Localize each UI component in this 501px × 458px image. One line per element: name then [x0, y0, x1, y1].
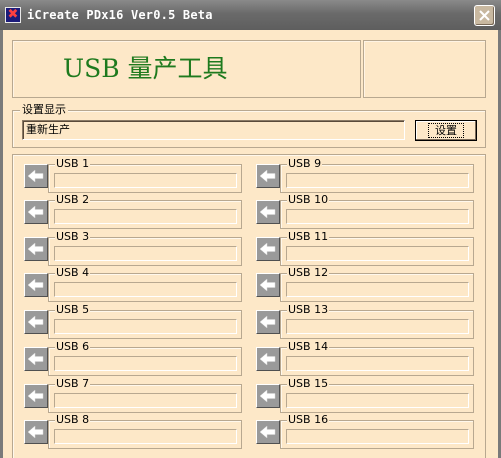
usb-port-status-field — [286, 393, 469, 408]
left-arrow-icon — [259, 278, 276, 292]
title-bar[interactable]: ✖ iCreate PDx16 Ver0.5 Beta — [0, 0, 501, 30]
usb-port-button[interactable] — [256, 384, 280, 408]
left-arrow-icon — [27, 278, 44, 292]
close-icon — [479, 10, 490, 21]
left-arrow-icon — [27, 425, 44, 439]
usb-port-status-field — [286, 209, 469, 224]
usb-port-label: USB 6 — [55, 340, 91, 353]
usb-port-button[interactable] — [256, 164, 280, 188]
usb-port-button[interactable] — [256, 273, 280, 297]
usb-port-label: USB 11 — [287, 230, 330, 243]
usb-port-slot: USB 6 — [12, 340, 242, 376]
left-arrow-icon — [259, 352, 276, 366]
usb-port-button[interactable] — [24, 384, 48, 408]
settings-display-field: 重新生产 — [22, 120, 405, 140]
window-title: iCreate PDx16 Ver0.5 Beta — [27, 8, 213, 22]
settings-button[interactable]: 设置 — [415, 120, 477, 141]
usb-port-status-field — [286, 356, 469, 371]
usb-port-label: USB 12 — [287, 266, 330, 279]
usb-port-status-field — [54, 209, 237, 224]
app-window: ✖ iCreate PDx16 Ver0.5 Beta USB 量产工具 设置显… — [0, 0, 501, 458]
usb-port-slot: USB 4 — [12, 266, 242, 302]
usb-port-status-field — [54, 319, 237, 334]
usb-port-slot: USB 12 — [244, 266, 474, 302]
usb-port-status-field — [54, 429, 237, 444]
usb-port-label: USB 14 — [287, 340, 330, 353]
usb-port-button[interactable] — [24, 420, 48, 444]
settings-legend: 设置显示 — [20, 103, 68, 116]
usb-port-label: USB 1 — [55, 157, 91, 170]
usb-port-slot: USB 11 — [244, 230, 474, 266]
usb-port-button[interactable] — [24, 237, 48, 261]
settings-button-label: 设置 — [428, 123, 464, 138]
usb-port-button[interactable] — [24, 310, 48, 334]
usb-port-label: USB 16 — [287, 413, 330, 426]
usb-port-status-field — [54, 173, 237, 188]
usb-port-label: USB 15 — [287, 377, 330, 390]
usb-port-label: USB 3 — [55, 230, 91, 243]
usb-port-slot: USB 10 — [244, 193, 474, 229]
usb-port-button[interactable] — [256, 200, 280, 224]
usb-port-button[interactable] — [24, 273, 48, 297]
usb-port-slot: USB 7 — [12, 377, 242, 413]
usb-port-button[interactable] — [24, 347, 48, 371]
left-arrow-icon — [27, 352, 44, 366]
usb-port-status-field — [286, 282, 469, 297]
usb-port-button[interactable] — [256, 310, 280, 334]
usb-port-button[interactable] — [24, 200, 48, 224]
usb-port-slot: USB 5 — [12, 303, 242, 339]
usb-port-slot: USB 14 — [244, 340, 474, 376]
left-arrow-icon — [259, 242, 276, 256]
usb-port-status-field — [54, 282, 237, 297]
header-banner: USB 量产工具 — [12, 40, 361, 98]
usb-port-button[interactable] — [256, 237, 280, 261]
usb-port-label: USB 4 — [55, 266, 91, 279]
usb-port-label: USB 13 — [287, 303, 330, 316]
left-arrow-icon — [259, 425, 276, 439]
usb-port-button[interactable] — [24, 164, 48, 188]
usb-port-slot: USB 16 — [244, 413, 474, 449]
usb-port-slot: USB 13 — [244, 303, 474, 339]
left-arrow-icon — [27, 315, 44, 329]
usb-port-status-field — [54, 246, 237, 261]
app-icon: ✖ — [5, 7, 21, 23]
usb-port-button[interactable] — [256, 347, 280, 371]
usb-port-slot: USB 1 — [12, 157, 242, 193]
left-arrow-icon — [27, 169, 44, 183]
usb-port-status-field — [286, 429, 469, 444]
left-arrow-icon — [259, 205, 276, 219]
close-button[interactable] — [474, 5, 495, 26]
usb-port-label: USB 7 — [55, 377, 91, 390]
usb-port-status-field — [54, 393, 237, 408]
usb-port-slot: USB 2 — [12, 193, 242, 229]
usb-port-label: USB 5 — [55, 303, 91, 316]
usb-port-status-field — [286, 246, 469, 261]
usb-port-status-field — [286, 319, 469, 334]
usb-port-label: USB 9 — [287, 157, 323, 170]
usb-port-label: USB 10 — [287, 193, 330, 206]
left-arrow-icon — [259, 389, 276, 403]
usb-port-slot: USB 15 — [244, 377, 474, 413]
usb-port-button[interactable] — [256, 420, 280, 444]
usb-port-label: USB 8 — [55, 413, 91, 426]
usb-port-label: USB 2 — [55, 193, 91, 206]
usb-port-status-field — [286, 173, 469, 188]
usb-port-slot: USB 3 — [12, 230, 242, 266]
left-arrow-icon — [259, 169, 276, 183]
left-arrow-icon — [27, 242, 44, 256]
usb-port-status-field — [54, 356, 237, 371]
usb-port-slot: USB 8 — [12, 413, 242, 449]
left-arrow-icon — [27, 205, 44, 219]
usb-port-slot: USB 9 — [244, 157, 474, 193]
left-arrow-icon — [27, 389, 44, 403]
header-title: USB 量产工具 — [63, 54, 228, 83]
left-arrow-icon — [259, 315, 276, 329]
header-side-panel — [363, 40, 486, 98]
